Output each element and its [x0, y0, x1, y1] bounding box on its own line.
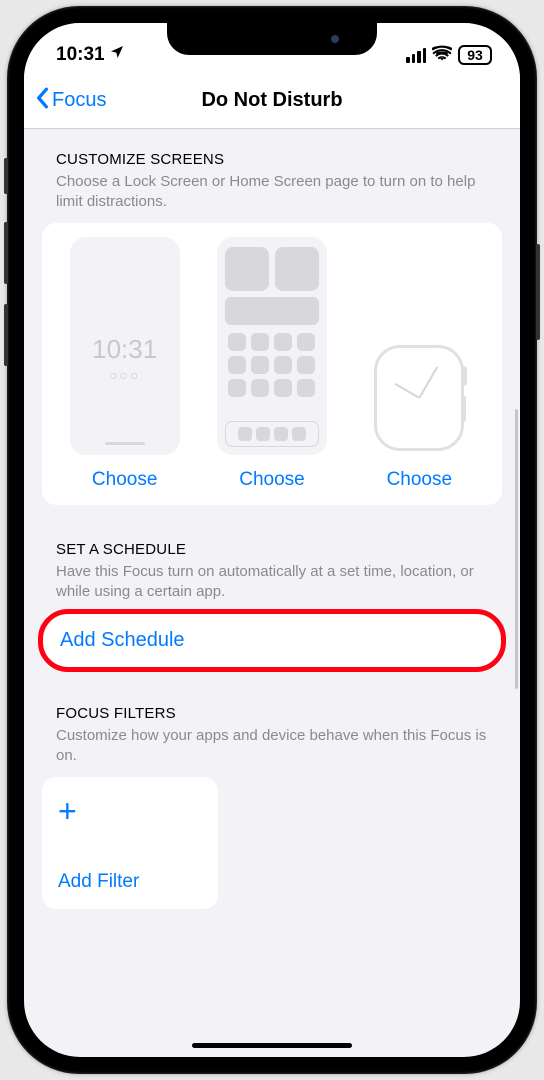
location-icon — [109, 44, 125, 66]
app-icon — [251, 333, 269, 351]
home-indicator[interactable] — [192, 1043, 352, 1048]
schedule-desc: Have this Focus turn on automatically at… — [56, 562, 492, 603]
lock-preview-dots: ○○○ — [109, 367, 140, 383]
add-schedule-label: Add Schedule — [60, 629, 185, 651]
chevron-left-icon — [34, 87, 50, 115]
home-screen-preview — [217, 237, 327, 455]
battery-icon: 93 — [458, 45, 492, 65]
add-schedule-button[interactable]: Add Schedule — [42, 612, 502, 669]
device-notch — [167, 23, 377, 55]
volume-up-button — [4, 222, 8, 284]
wifi-icon — [432, 45, 452, 66]
lock-preview-time: 10:31 — [92, 334, 157, 365]
device-screen: 10:31 93 Focus D — [24, 23, 520, 1057]
app-icon — [297, 379, 315, 397]
watch-preview-container — [364, 237, 474, 455]
watch-hand-icon — [419, 366, 438, 398]
app-icon — [228, 356, 246, 374]
widget-icon — [225, 247, 269, 291]
watch-hand-icon — [395, 383, 420, 398]
choose-watch-face[interactable]: Choose — [364, 237, 474, 491]
widget-icon — [275, 247, 319, 291]
app-icon — [251, 356, 269, 374]
customize-screens-card: 10:31 ○○○ Choose — [42, 223, 502, 505]
phone-frame: 10:31 93 Focus D — [7, 6, 537, 1074]
schedule-section: SET A SCHEDULE Have this Focus turn on a… — [42, 541, 502, 670]
app-icon — [297, 333, 315, 351]
app-icon — [274, 333, 292, 351]
choose-home-screen[interactable]: Choose — [217, 237, 327, 491]
app-icon — [274, 379, 292, 397]
power-button — [536, 244, 540, 340]
watch-button-icon — [461, 396, 466, 422]
app-icon — [228, 333, 246, 351]
status-time: 10:31 — [56, 44, 105, 66]
choose-watch-label: Choose — [387, 469, 453, 491]
watch-crown-icon — [461, 366, 467, 386]
filters-section: FOCUS FILTERS Customize how your apps an… — [42, 705, 502, 909]
choose-lock-screen[interactable]: 10:31 ○○○ Choose — [70, 237, 180, 491]
back-button[interactable]: Focus — [24, 87, 106, 115]
app-icon — [274, 356, 292, 374]
lock-preview-bar — [105, 442, 145, 445]
volume-down-button — [4, 304, 8, 366]
watch-face-preview — [374, 345, 464, 451]
add-filter-button[interactable]: + Add Filter — [42, 777, 218, 909]
nav-bar: Focus Do Not Disturb — [24, 73, 520, 129]
front-camera-icon — [331, 35, 339, 43]
status-right: 93 — [406, 45, 492, 66]
choose-lock-label: Choose — [92, 469, 158, 491]
app-icon — [251, 379, 269, 397]
customize-header: CUSTOMIZE SCREENS — [56, 151, 502, 168]
app-icon — [228, 379, 246, 397]
scroll-indicator[interactable] — [515, 409, 518, 689]
lock-screen-preview: 10:31 ○○○ — [70, 237, 180, 455]
back-label: Focus — [52, 89, 106, 112]
schedule-header: SET A SCHEDULE — [56, 541, 502, 558]
customize-desc: Choose a Lock Screen or Home Screen page… — [56, 172, 492, 213]
content-area: CUSTOMIZE SCREENS Choose a Lock Screen o… — [24, 129, 520, 1057]
choose-home-label: Choose — [239, 469, 305, 491]
status-left: 10:31 — [56, 44, 125, 66]
widget-icon — [225, 297, 319, 325]
cellular-icon — [406, 48, 426, 63]
plus-icon: + — [58, 795, 202, 827]
app-icon — [297, 356, 315, 374]
filters-header: FOCUS FILTERS — [56, 705, 502, 722]
mute-switch — [4, 158, 8, 194]
filters-desc: Customize how your apps and device behav… — [56, 726, 492, 767]
add-filter-label: Add Filter — [58, 871, 202, 893]
dock-preview — [225, 421, 319, 447]
